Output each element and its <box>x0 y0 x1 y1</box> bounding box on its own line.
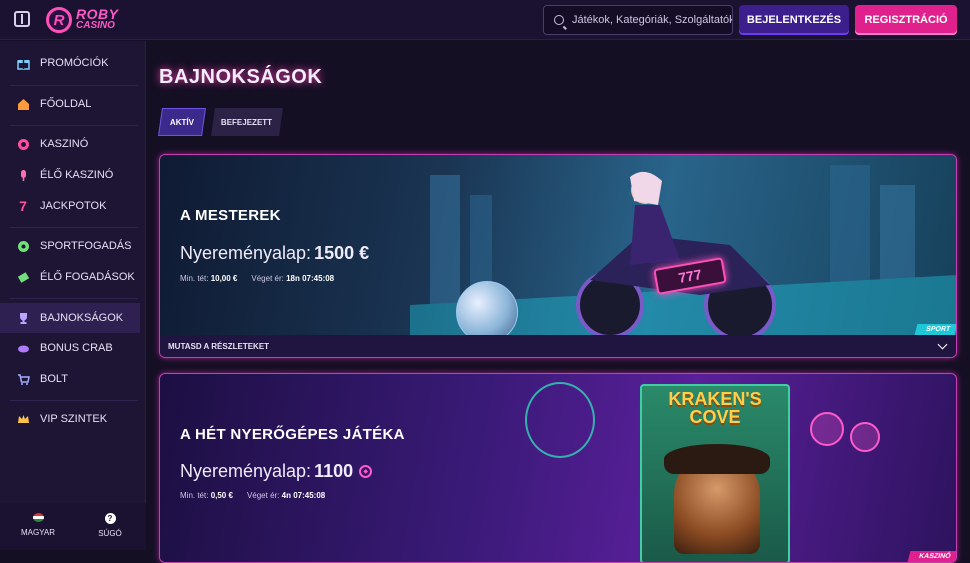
sidebar: PROMÓCIÓK FŐOLDAL KASZINÓ ÉLŐ KASZINÓ 7 … <box>0 41 146 550</box>
prize-amount: 1100 <box>314 461 354 481</box>
sidebar-item-tournaments[interactable]: BAJNOKSÁGOK <box>0 303 140 333</box>
sidebar-item-jackpots[interactable]: 7 JACKPOTOK <box>0 191 140 221</box>
min-bet-label: Min. tét: <box>180 491 209 500</box>
ends-label: Véget ér: <box>246 491 280 500</box>
prize-pool: Nyereményalap: 1500 € <box>180 243 369 264</box>
sidebar-item-live-casino[interactable]: ÉLŐ KASZINÓ <box>0 160 140 190</box>
sidebar-item-label: FŐOLDAL <box>40 98 92 110</box>
divider <box>10 85 138 86</box>
prize-amount: 1500 € <box>314 243 370 263</box>
seven-icon: 7 <box>19 198 27 214</box>
sidebar-item-shop[interactable]: BOLT <box>0 364 140 394</box>
category-badge: KASZINÓ <box>907 551 956 562</box>
pirate-hat-art <box>664 444 770 474</box>
sidebar-item-label: BOLT <box>40 373 68 385</box>
page-title: BAJNOKSÁGOK <box>159 66 323 88</box>
tournament-card[interactable]: KRAKEN'S COVE A HÉT NYERŐGÉPES JÁTÉKA Ny… <box>159 373 957 563</box>
sidebar-item-label: BONUS CRAB <box>40 342 113 354</box>
neon-cherry-art <box>810 412 844 446</box>
tab-label: AKTÍV <box>170 117 194 127</box>
sidebar-footer: MAGYAR ? SÚGÓ <box>0 503 146 550</box>
register-button[interactable]: REGISZTRÁCIÓ <box>855 5 957 35</box>
sidebar-item-home[interactable]: FŐOLDAL <box>0 89 140 119</box>
main-content: BAJNOKSÁGOK AKTÍV BEFEJEZETT 777 A MESTE… <box>147 41 970 563</box>
ticket-icon <box>16 270 30 284</box>
divider <box>10 298 138 299</box>
krakens-cove-game-art: KRAKEN'S COVE <box>640 384 790 562</box>
min-bet-value: 10,00 € <box>210 274 238 283</box>
help-icon: ? <box>104 513 116 524</box>
tournament-card[interactable]: 777 A MESTEREK Nyereményalap: 1500 € Min… <box>159 154 957 358</box>
min-bet-label: Min. tét: <box>180 274 209 283</box>
gem-coin-icon: ◆ <box>359 465 373 478</box>
prize-label: Nyereményalap: <box>180 461 312 481</box>
logo-badge: R <box>46 7 72 33</box>
min-bet-value: 0,50 € <box>210 491 233 500</box>
sidebar-item-casino[interactable]: KASZINÓ <box>0 129 140 159</box>
soccer-ball-art <box>456 281 518 343</box>
ends-value: 18n 07:45:08 <box>286 274 335 283</box>
top-bar: R ROBY CASINO BEJELENTKEZÉS REGISZTRÁCIÓ <box>0 0 970 40</box>
crown-icon <box>16 412 30 426</box>
help-label: SÚGÓ <box>98 529 122 538</box>
sidebar-item-promotions[interactable]: PROMÓCIÓK <box>0 48 140 78</box>
tournament-meta: Min. tét: 0,50 € Véget ér: 4n 07:45:08 <box>180 491 325 500</box>
game-art-title: KRAKEN'S COVE <box>668 389 762 427</box>
soccer-ball-icon <box>16 239 30 253</box>
show-details-label: MUTASD A RÉSZLETEKET <box>168 341 270 351</box>
logo-line1: ROBY <box>76 6 119 22</box>
sidebar-item-label: BAJNOKSÁGOK <box>40 312 124 324</box>
chevron-down-icon <box>937 339 948 350</box>
sidebar-item-label: ÉLŐ FOGADÁSOK <box>40 271 135 283</box>
chip-icon <box>16 137 30 151</box>
login-button[interactable]: BEJELENTKEZÉS <box>739 5 849 35</box>
divider <box>10 400 138 401</box>
tournament-meta: Min. tét: 10,00 € Véget ér: 18n 07:45:08 <box>180 274 334 283</box>
language-label: MAGYAR <box>20 528 56 537</box>
neon-globe-art <box>525 382 595 458</box>
sidebar-item-vip[interactable]: VIP SZINTEK <box>0 404 140 434</box>
crab-icon <box>16 341 30 355</box>
category-badge: SPORT <box>914 324 956 335</box>
motorcycle-rider-art <box>576 171 776 335</box>
cart-icon <box>16 372 30 386</box>
home-icon <box>16 97 30 111</box>
help-button[interactable]: ? SÚGÓ <box>80 513 140 538</box>
tab-label: BEFEJEZETT <box>221 117 273 127</box>
sidebar-item-label: JACKPOTOK <box>40 200 107 212</box>
sidebar-item-label: KASZINÓ <box>40 138 89 150</box>
gift-icon <box>16 56 30 70</box>
search-input[interactable] <box>572 14 732 26</box>
tournament-title: A MESTEREK <box>180 207 281 224</box>
neon-cherry-art <box>850 422 880 452</box>
trophy-icon <box>16 311 30 325</box>
hungary-flag-icon <box>32 513 44 522</box>
divider <box>10 227 138 228</box>
sidebar-item-sports[interactable]: SPORTFOGADÁS <box>0 231 140 261</box>
ends-label: Véget ér: <box>251 274 284 283</box>
sidebar-item-label: ÉLŐ KASZINÓ <box>40 169 114 181</box>
sidebar-item-bonus-crab[interactable]: BONUS CRAB <box>0 333 140 363</box>
tournament-title: A HÉT NYERŐGÉPES JÁTÉKA <box>180 426 405 443</box>
logo[interactable]: R ROBY CASINO <box>46 5 118 35</box>
language-selector[interactable]: MAGYAR <box>8 513 68 537</box>
search-icon <box>554 15 564 25</box>
sidebar-item-label: PROMÓCIÓK <box>40 57 109 69</box>
ends-value: 4n 07:45:08 <box>281 491 326 500</box>
tab-finished[interactable]: BEFEJEZETT <box>211 108 283 136</box>
divider <box>10 125 138 126</box>
search-box[interactable] <box>543 5 733 35</box>
prize-label: Nyereményalap: <box>180 243 312 263</box>
tab-active[interactable]: AKTÍV <box>158 108 206 136</box>
logo-line2: CASINO <box>76 20 115 31</box>
sidebar-item-live-betting[interactable]: ÉLŐ FOGADÁSOK <box>0 262 140 292</box>
sidebar-item-label: SPORTFOGADÁS <box>40 240 132 252</box>
prize-pool: Nyereményalap: 1100 ◆ <box>180 461 373 482</box>
sidebar-toggle-icon[interactable] <box>14 11 30 27</box>
microphone-icon <box>16 168 30 182</box>
show-details-bar[interactable]: MUTASD A RÉSZLETEKET <box>160 335 956 357</box>
sidebar-item-label: VIP SZINTEK <box>40 413 108 425</box>
